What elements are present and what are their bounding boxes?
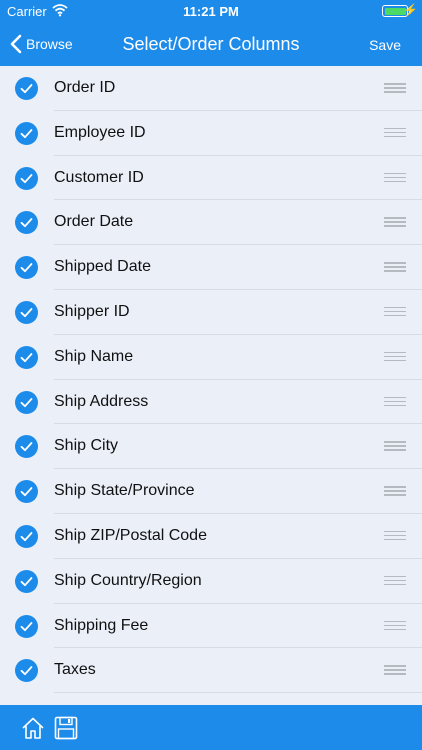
column-row[interactable]: Order ID: [0, 66, 422, 111]
column-label: Order ID: [54, 79, 116, 96]
column-label: Ship Country/Region: [54, 571, 202, 589]
column-row[interactable]: Shipping Fee: [0, 604, 422, 649]
column-row[interactable]: Customer ID: [0, 156, 422, 201]
home-icon[interactable]: [21, 716, 45, 745]
checkmark-icon[interactable]: [15, 121, 38, 145]
column-label: Ship Address: [54, 392, 149, 410]
column-list: Order ID Employee ID Customer ID Order Date…: [0, 66, 422, 705]
column-label: Ship State/Province: [54, 482, 195, 500]
column-row[interactable]: Shipper ID: [0, 290, 422, 335]
status-bar: Carrier 11:21 PM ⚡: [0, 0, 422, 22]
column-label: Shipping Fee: [54, 616, 149, 634]
page-title: Select/Order Columns: [122, 34, 300, 54]
checkmark-icon[interactable]: [15, 614, 38, 638]
checkmark-icon[interactable]: [15, 345, 38, 369]
reorder-handle-icon[interactable]: [384, 262, 406, 272]
checkmark-icon[interactable]: [15, 77, 38, 100]
column-label: Ship Name: [54, 347, 134, 365]
checkmark-icon[interactable]: [15, 524, 38, 548]
checkmark-icon[interactable]: [15, 435, 38, 459]
reorder-handle-icon[interactable]: [384, 665, 406, 675]
charging-bolt-icon: ⚡: [403, 3, 418, 17]
checkmark-icon[interactable]: [15, 569, 38, 593]
reorder-handle-icon[interactable]: [384, 172, 406, 183]
column-label: Shipper ID: [54, 302, 130, 320]
checkmark-icon[interactable]: [15, 166, 38, 190]
reorder-handle-icon[interactable]: [384, 486, 406, 496]
save-disk-icon[interactable]: [54, 716, 78, 745]
reorder-handle-icon[interactable]: [384, 306, 406, 317]
checkmark-icon[interactable]: [15, 480, 38, 504]
column-label: Ship City: [54, 437, 119, 455]
column-row[interactable]: Ship City: [0, 424, 422, 470]
reorder-handle-icon[interactable]: [384, 575, 406, 586]
column-row[interactable]: Ship State/Province: [0, 469, 422, 514]
bottom-toolbar: [0, 705, 422, 750]
save-button[interactable]: Save: [369, 37, 401, 53]
navigation-bar: Browse Select/Order Columns Save: [0, 22, 422, 66]
column-row[interactable]: Taxes: [0, 648, 422, 694]
clock: 11:21 PM: [183, 4, 239, 19]
reorder-handle-icon[interactable]: [384, 351, 406, 362]
column-row[interactable]: Ship Name: [0, 335, 422, 380]
reorder-handle-icon[interactable]: [384, 620, 406, 631]
column-row[interactable]: Order Date: [0, 200, 422, 246]
checkmark-icon[interactable]: [15, 659, 38, 683]
column-row[interactable]: Employee ID: [0, 111, 422, 156]
column-row[interactable]: Ship Address: [0, 380, 422, 425]
column-label: Ship ZIP/Postal Code: [54, 526, 207, 544]
column-label: Taxes: [54, 661, 96, 679]
row-divider: [54, 692, 422, 694]
checkmark-icon[interactable]: [15, 300, 38, 324]
reorder-handle-icon[interactable]: [384, 217, 406, 227]
column-row[interactable]: Shipped Date: [0, 245, 422, 290]
app-header: Carrier 11:21 PM ⚡ Browse Select/Order C…: [0, 0, 422, 66]
checkmark-icon[interactable]: [15, 390, 38, 414]
column-label: Employee ID: [54, 123, 146, 141]
column-label: Order Date: [54, 213, 134, 231]
checkmark-icon[interactable]: [15, 256, 38, 280]
reorder-handle-icon[interactable]: [384, 441, 406, 451]
column-row[interactable]: Ship ZIP/Postal Code: [0, 514, 422, 559]
reorder-handle-icon[interactable]: [384, 530, 406, 541]
reorder-handle-icon[interactable]: [384, 396, 406, 407]
column-label: Shipped Date: [54, 258, 151, 276]
reorder-handle-icon[interactable]: [384, 127, 406, 138]
column-label: Customer ID: [54, 168, 144, 186]
reorder-handle-icon[interactable]: [384, 83, 406, 93]
column-row[interactable]: Ship Country/Region: [0, 559, 422, 604]
checkmark-icon[interactable]: [15, 211, 38, 235]
